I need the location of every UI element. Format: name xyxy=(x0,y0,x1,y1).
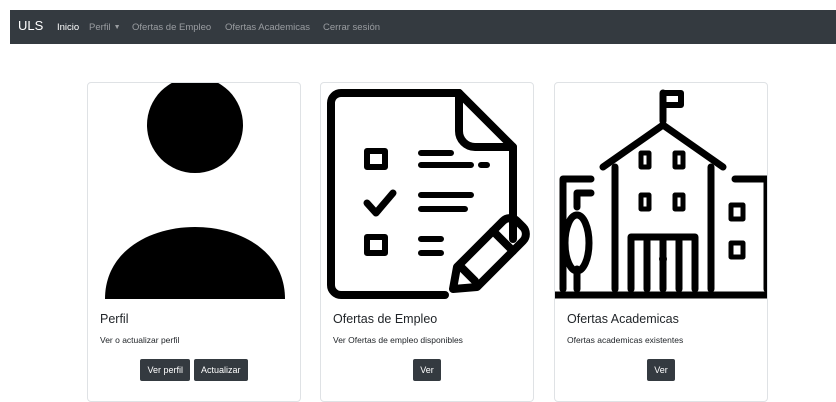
caret-down-icon: ▼ xyxy=(113,24,121,31)
checklist-document-icon xyxy=(327,89,530,299)
nav-inicio[interactable]: Inicio xyxy=(57,22,79,33)
user-icon xyxy=(105,83,285,299)
ver-academicas-button[interactable]: Ver xyxy=(647,359,675,381)
card-actions: Ver xyxy=(321,359,533,381)
nav-perfil-label: Perfil xyxy=(89,22,111,33)
card-perfil: Perfil Ver o actualizar perfil Ver perfi… xyxy=(87,82,301,402)
card-title: Ofertas de Empleo xyxy=(333,312,438,326)
nav-ofertas-empleo[interactable]: Ofertas de Empleo xyxy=(132,22,211,33)
card-text: Ver Ofertas de empleo disponibles xyxy=(333,335,463,345)
school-building-icon xyxy=(555,89,767,299)
card-ofertas-academicas: Ofertas Academicas Ofertas academicas ex… xyxy=(554,82,768,402)
card-actions: Ver xyxy=(555,359,767,381)
navbar: ULS Inicio Perfil ▼ Ofertas de Empleo Ofe… xyxy=(10,10,836,44)
nav-cerrar-sesion[interactable]: Cerrar sesión xyxy=(323,22,380,33)
card-ofertas-empleo: Ofertas de Empleo Ver Ofertas de empleo … xyxy=(320,82,534,402)
card-actions: Ver perfil Actualizar xyxy=(88,359,300,381)
actualizar-button[interactable]: Actualizar xyxy=(194,359,248,381)
ver-empleo-button[interactable]: Ver xyxy=(413,359,441,381)
card-title: Perfil xyxy=(100,312,129,326)
nav-perfil-dropdown[interactable]: Perfil ▼ xyxy=(89,22,121,33)
navbar-brand[interactable]: ULS xyxy=(18,18,43,33)
ver-perfil-button[interactable]: Ver perfil xyxy=(140,359,190,381)
card-text: Ofertas academicas existentes xyxy=(567,335,684,345)
nav-ofertas-academicas[interactable]: Ofertas Academicas xyxy=(225,22,310,33)
card-title: Ofertas Academicas xyxy=(567,312,679,326)
card-text: Ver o actualizar perfil xyxy=(100,335,180,345)
